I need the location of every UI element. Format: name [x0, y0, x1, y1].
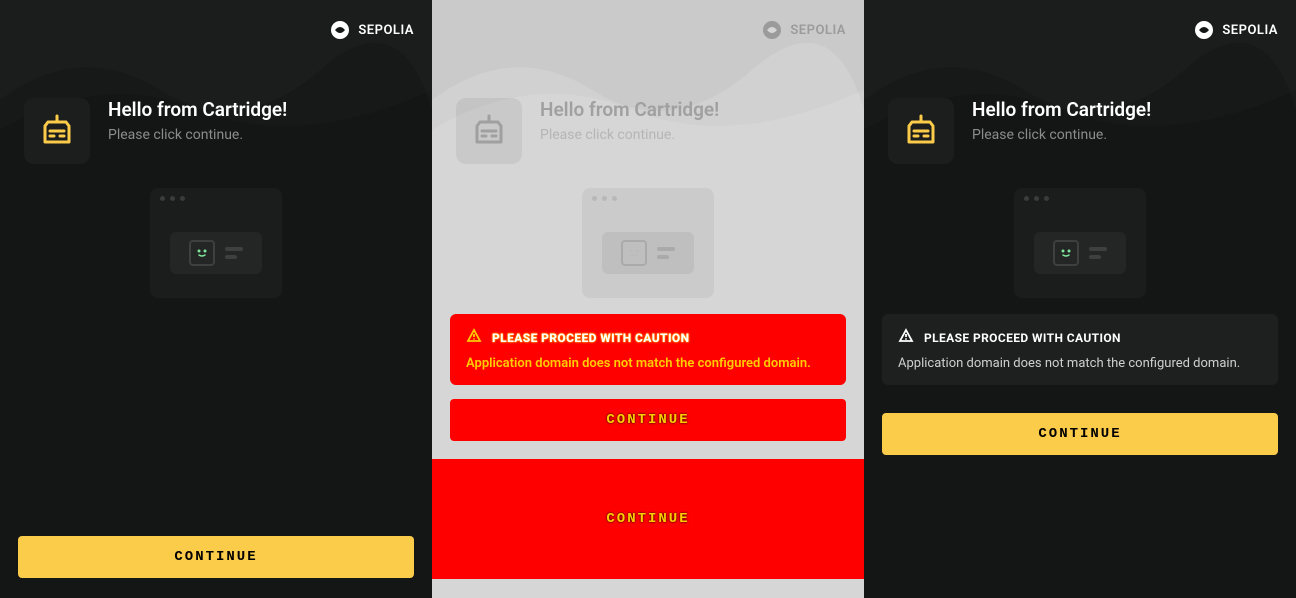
network-badge[interactable]: SEPOLIA	[330, 20, 414, 40]
window-titlebar	[1014, 188, 1146, 208]
header-text: Hello from Cartridge! Please click conti…	[540, 98, 719, 143]
header-text: Hello from Cartridge! Please click conti…	[972, 98, 1151, 143]
subtitle: Please click continue.	[972, 127, 1151, 143]
app-illustration	[150, 188, 282, 298]
cartridge-logo-box	[456, 98, 522, 164]
continue-button[interactable]: CONTINUE	[450, 399, 846, 441]
subtitle: Please click continue.	[540, 127, 719, 143]
cartridge-logo-icon	[902, 112, 940, 150]
title: Hello from Cartridge!	[108, 98, 287, 121]
cartridge-logo-box	[888, 98, 954, 164]
header-text: Hello from Cartridge! Please click conti…	[108, 98, 287, 143]
window-titlebar	[150, 188, 282, 208]
network-label: SEPOLIA	[358, 23, 414, 38]
cartridge-logo-icon	[470, 112, 508, 150]
cartridge-logo-icon	[38, 112, 76, 150]
panel-variant-with-warning: SEPOLIA Hello from Cartridge! Please cli…	[864, 0, 1296, 598]
title: Hello from Cartridge!	[972, 98, 1151, 121]
warning-message: Application domain does not match the co…	[898, 356, 1262, 371]
warning-box: PLEASE PROCEED WITH CAUTION Application …	[882, 314, 1278, 385]
app-illustration	[1014, 188, 1146, 298]
continue-button-overflow[interactable]: CONTINUE	[432, 459, 864, 579]
continue-button[interactable]: CONTINUE	[882, 413, 1278, 455]
network-icon	[330, 20, 350, 40]
warning-box: PLEASE PROCEED WITH CAUTION Application …	[450, 314, 846, 385]
network-badge[interactable]: SEPOLIA	[1194, 20, 1278, 40]
continue-button[interactable]: CONTINUE	[18, 536, 414, 578]
warning-title: PLEASE PROCEED WITH CAUTION	[924, 331, 1121, 345]
network-label: SEPOLIA	[790, 23, 846, 38]
warning-title: PLEASE PROCEED WITH CAUTION	[492, 331, 689, 345]
face-icon	[1053, 240, 1079, 266]
network-icon	[1194, 20, 1214, 40]
warning-icon	[898, 328, 914, 348]
face-icon	[621, 240, 647, 266]
warning-message: Application domain does not match the co…	[466, 356, 830, 371]
cartridge-logo-box	[24, 98, 90, 164]
face-icon	[189, 240, 215, 266]
subtitle: Please click continue.	[108, 127, 287, 143]
title: Hello from Cartridge!	[540, 98, 719, 121]
panel-variant-default: SEPOLIA Hello from Cartridge! Please cli…	[0, 0, 432, 598]
app-illustration	[582, 188, 714, 298]
warning-icon	[466, 328, 482, 348]
network-icon	[762, 20, 782, 40]
panel-variant-diff-highlight: SEPOLIA Hello from Cartridge! Please cli…	[432, 0, 864, 598]
network-badge[interactable]: SEPOLIA	[762, 20, 846, 40]
window-titlebar	[582, 188, 714, 208]
network-label: SEPOLIA	[1222, 23, 1278, 38]
